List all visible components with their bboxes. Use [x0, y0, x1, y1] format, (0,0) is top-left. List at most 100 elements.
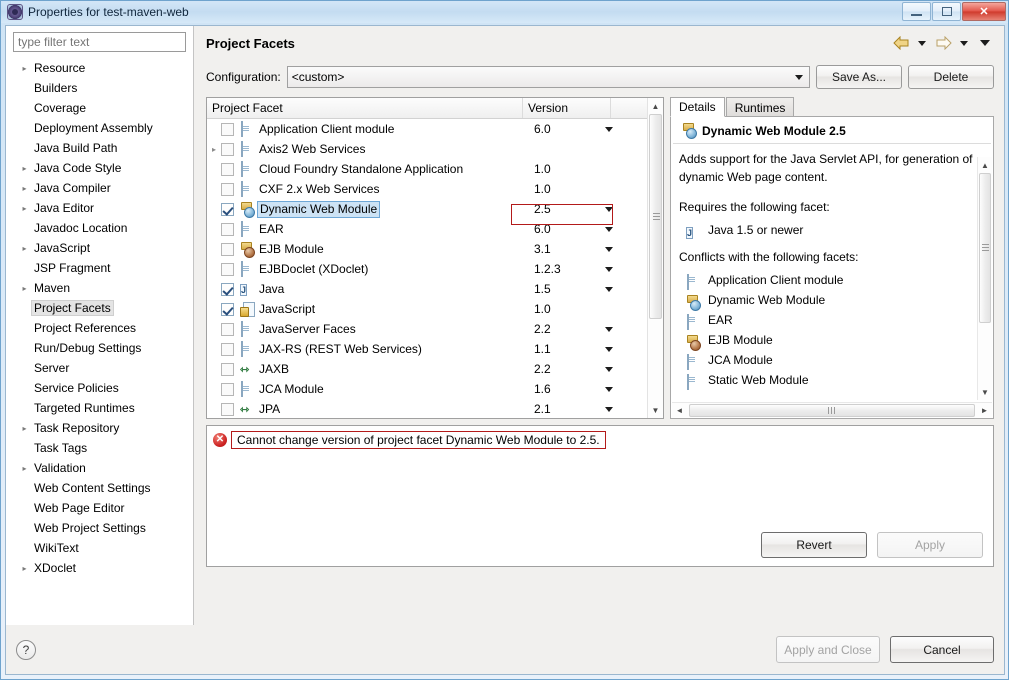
table-row[interactable]: EJBDoclet (XDoclet) 1.2.3 [207, 259, 663, 279]
scroll-down-icon[interactable]: ▼ [648, 402, 663, 418]
sidebar-item-coverage[interactable]: ▸Coverage [6, 98, 193, 118]
scroll-left-icon[interactable]: ◄ [672, 406, 687, 415]
version-dropdown-icon[interactable] [605, 127, 613, 132]
version-dropdown-icon[interactable] [605, 287, 613, 292]
version-dropdown-icon[interactable] [605, 367, 613, 372]
chevron-right-icon[interactable]: ▸ [18, 164, 31, 173]
chevron-right-icon[interactable]: ▸ [18, 204, 31, 213]
facet-version[interactable]: 1.5 [534, 282, 594, 296]
details-horizontal-scrollbar[interactable]: ◄ ► [672, 402, 992, 417]
facet-checkbox[interactable] [221, 402, 234, 416]
sidebar-item-server[interactable]: ▸Server [6, 358, 193, 378]
facet-version[interactable]: 1.6 [534, 382, 594, 396]
sidebar-item-validation[interactable]: ▸ Validation [6, 458, 193, 478]
facets-vertical-scrollbar[interactable]: ▲ ▼ [647, 98, 663, 418]
sidebar-item-javascript[interactable]: ▸ JavaScript [6, 238, 193, 258]
tab-details[interactable]: Details [670, 97, 725, 117]
back-history-dropdown[interactable] [913, 34, 931, 52]
scroll-track[interactable] [687, 403, 977, 417]
facet-checkbox[interactable] [221, 222, 234, 236]
facet-checkbox[interactable] [221, 162, 234, 176]
facet-checkbox[interactable] [221, 202, 234, 216]
table-row[interactable]: ⇿ JAXB 2.2 [207, 359, 663, 379]
sidebar-item-java-editor[interactable]: ▸ Java Editor [6, 198, 193, 218]
facet-checkbox[interactable] [221, 362, 234, 376]
table-row[interactable]: JavaScript 1.0 [207, 299, 663, 319]
facet-version[interactable]: 2.2 [534, 322, 594, 336]
forward-button[interactable] [934, 34, 952, 52]
tab-runtimes[interactable]: Runtimes [725, 97, 795, 117]
facet-version[interactable]: 1.0 [534, 162, 594, 176]
table-row[interactable]: EJB Module 3.1 [207, 239, 663, 259]
details-vertical-scrollbar[interactable]: ▲ ▼ [977, 157, 992, 400]
facet-checkbox[interactable] [221, 322, 234, 336]
help-button[interactable]: ? [16, 639, 36, 660]
sidebar-item-task-tags[interactable]: ▸Task Tags [6, 438, 193, 458]
sidebar-item-web-project-settings[interactable]: ▸Web Project Settings [6, 518, 193, 538]
scroll-thumb[interactable] [649, 114, 662, 319]
facet-version[interactable]: 2.5 [534, 202, 594, 216]
facet-checkbox[interactable] [221, 122, 234, 136]
sidebar-item-java-compiler[interactable]: ▸ Java Compiler [6, 178, 193, 198]
table-row[interactable]: JCA Module 1.6 [207, 379, 663, 399]
table-row[interactable]: JavaServer Faces 2.2 [207, 319, 663, 339]
facet-checkbox[interactable] [221, 302, 234, 316]
sidebar-item-task-repository[interactable]: ▸ Task Repository [6, 418, 193, 438]
sidebar-item-jsp-fragment[interactable]: ▸JSP Fragment [6, 258, 193, 278]
version-dropdown-icon[interactable] [605, 267, 613, 272]
table-row[interactable]: CXF 2.x Web Services 1.0 [207, 179, 663, 199]
search-input[interactable] [13, 32, 186, 52]
sidebar-item-java-code-style[interactable]: ▸ Java Code Style [6, 158, 193, 178]
revert-button[interactable]: Revert [761, 532, 867, 558]
sidebar-item-wikitext[interactable]: ▸WikiText [6, 538, 193, 558]
chevron-right-icon[interactable]: ▸ [18, 564, 31, 573]
table-row[interactable]: JAX-RS (REST Web Services) 1.1 [207, 339, 663, 359]
version-dropdown-icon[interactable] [605, 387, 613, 392]
sidebar-item-xdoclet[interactable]: ▸ XDoclet [6, 558, 193, 578]
version-dropdown-icon[interactable] [605, 207, 613, 212]
version-dropdown-icon[interactable] [605, 327, 613, 332]
column-header-version[interactable]: Version [523, 98, 611, 118]
minimize-button[interactable] [902, 2, 931, 21]
scroll-up-icon[interactable]: ▲ [978, 157, 992, 173]
facet-checkbox[interactable] [221, 242, 234, 256]
sidebar-item-project-facets[interactable]: ▸Project Facets [6, 298, 193, 318]
sidebar-item-deployment-assembly[interactable]: ▸Deployment Assembly [6, 118, 193, 138]
sidebar-item-builders[interactable]: ▸Builders [6, 78, 193, 98]
table-row[interactable]: Cloud Foundry Standalone Application 1.0 [207, 159, 663, 179]
column-header-facet[interactable]: Project Facet [207, 98, 523, 118]
sidebar-item-javadoc-location[interactable]: ▸Javadoc Location [6, 218, 193, 238]
table-row[interactable]: Dynamic Web Module 2.5 [207, 199, 663, 219]
chevron-right-icon[interactable]: ▸ [207, 145, 221, 154]
configuration-select[interactable]: <custom> [286, 66, 810, 88]
view-menu-button[interactable] [976, 34, 994, 52]
sidebar-item-project-references[interactable]: ▸Project References [6, 318, 193, 338]
back-button[interactable] [892, 34, 910, 52]
facet-checkbox[interactable] [221, 282, 234, 296]
facet-version[interactable]: 3.1 [534, 242, 594, 256]
facet-checkbox[interactable] [221, 342, 234, 356]
facet-checkbox[interactable] [221, 382, 234, 396]
version-dropdown-icon[interactable] [605, 247, 613, 252]
scroll-thumb[interactable] [979, 173, 991, 323]
sidebar-item-targeted-runtimes[interactable]: ▸Targeted Runtimes [6, 398, 193, 418]
chevron-right-icon[interactable]: ▸ [18, 244, 31, 253]
version-dropdown-icon[interactable] [605, 347, 613, 352]
table-row[interactable]: EAR 6.0 [207, 219, 663, 239]
facet-version[interactable]: 2.2 [534, 362, 594, 376]
scroll-down-icon[interactable]: ▼ [978, 384, 992, 400]
facet-checkbox[interactable] [221, 262, 234, 276]
table-row[interactable]: ⇿ JPA 2.1 [207, 399, 663, 418]
sidebar-item-resource[interactable]: ▸ Resource [6, 58, 193, 78]
table-row[interactable]: Application Client module 6.0 [207, 119, 663, 139]
sidebar-item-web-page-editor[interactable]: ▸Web Page Editor [6, 498, 193, 518]
scroll-right-icon[interactable]: ► [977, 406, 992, 415]
scroll-track[interactable] [978, 173, 992, 384]
sidebar-item-maven[interactable]: ▸ Maven [6, 278, 193, 298]
facet-version[interactable]: 1.0 [534, 182, 594, 196]
table-row[interactable]: ▸ Axis2 Web Services [207, 139, 663, 159]
delete-button[interactable]: Delete [908, 65, 994, 89]
sidebar-item-java-build-path[interactable]: ▸Java Build Path [6, 138, 193, 158]
save-as-button[interactable]: Save As... [816, 65, 902, 89]
restore-button[interactable] [932, 2, 961, 21]
